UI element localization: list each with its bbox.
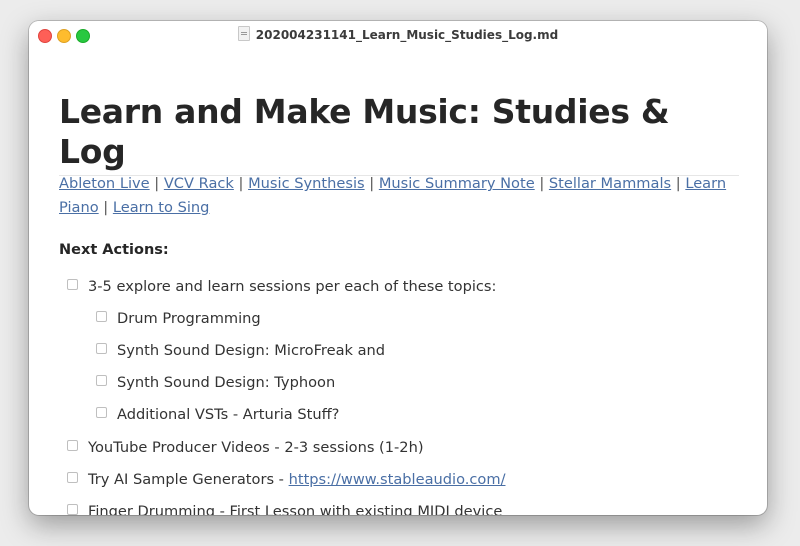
task-text: Drum Programming bbox=[117, 310, 261, 327]
link-separator: | bbox=[675, 175, 681, 192]
task-text: Synth Sound Design: Typhoon bbox=[117, 374, 336, 391]
window-title-container: 202004231141_Learn_Music_Studies_Log.md bbox=[29, 26, 767, 42]
link-learn-to-sing[interactable]: Learn to Sing bbox=[113, 199, 210, 216]
title-bar[interactable]: 202004231141_Learn_Music_Studies_Log.md bbox=[29, 21, 767, 48]
task-checkbox[interactable] bbox=[96, 311, 107, 322]
link-separator: | bbox=[539, 175, 545, 192]
section-heading-next-actions: Next Actions: bbox=[59, 242, 169, 258]
task-checkbox[interactable] bbox=[67, 472, 78, 483]
app-window: 202004231141_Learn_Music_Studies_Log.md … bbox=[29, 21, 767, 515]
link-music-synthesis[interactable]: Music Synthesis bbox=[248, 175, 365, 192]
link-separator: | bbox=[369, 175, 375, 192]
page-title: Learn and Make Music: Studies & Log bbox=[59, 92, 739, 176]
task-item: 3-5 explore and learn sessions per each … bbox=[67, 278, 496, 295]
task-text: Finger Drumming - First Lesson with exis… bbox=[88, 503, 503, 515]
task-text: Try AI Sample Generators - bbox=[88, 471, 289, 488]
task-checkbox[interactable] bbox=[67, 440, 78, 451]
task-item: Synth Sound Design: MicroFreak and bbox=[96, 342, 385, 359]
stableaudio-link[interactable]: https://www.stableaudio.com/ bbox=[289, 471, 506, 488]
window-title: 202004231141_Learn_Music_Studies_Log.md bbox=[255, 28, 559, 42]
task-item: Try AI Sample Generators - https://www.s… bbox=[67, 471, 505, 488]
task-item: YouTube Producer Videos - 2-3 sessions (… bbox=[67, 439, 424, 456]
task-text: 3-5 explore and learn sessions per each … bbox=[88, 278, 497, 295]
task-item: Additional VSTs - Arturia Stuff? bbox=[96, 406, 339, 423]
task-checkbox[interactable] bbox=[96, 375, 107, 386]
task-text: YouTube Producer Videos - 2-3 sessions (… bbox=[88, 439, 424, 456]
markdown-file-icon bbox=[237, 26, 250, 41]
task-text: Synth Sound Design: MicroFreak and bbox=[117, 342, 386, 359]
link-vcv-rack[interactable]: VCV Rack bbox=[164, 175, 234, 192]
link-stellar-mammals[interactable]: Stellar Mammals bbox=[549, 175, 671, 192]
task-checkbox[interactable] bbox=[96, 343, 107, 354]
task-checkbox[interactable] bbox=[96, 407, 107, 418]
link-music-summary-note[interactable]: Music Summary Note bbox=[379, 175, 535, 192]
task-text: Additional VSTs - Arturia Stuff? bbox=[117, 406, 340, 423]
link-ableton-live[interactable]: Ableton Live bbox=[59, 175, 150, 192]
task-checkbox[interactable] bbox=[67, 279, 78, 290]
related-links: Ableton Live | VCV Rack | Music Synthesi… bbox=[59, 172, 744, 220]
link-separator: | bbox=[238, 175, 244, 192]
task-item: Synth Sound Design: Typhoon bbox=[96, 374, 335, 391]
task-item: Drum Programming bbox=[96, 310, 261, 327]
link-separator: | bbox=[103, 199, 109, 216]
link-separator: | bbox=[154, 175, 160, 192]
task-checkbox[interactable] bbox=[67, 504, 78, 515]
task-item: Finger Drumming - First Lesson with exis… bbox=[67, 503, 502, 515]
